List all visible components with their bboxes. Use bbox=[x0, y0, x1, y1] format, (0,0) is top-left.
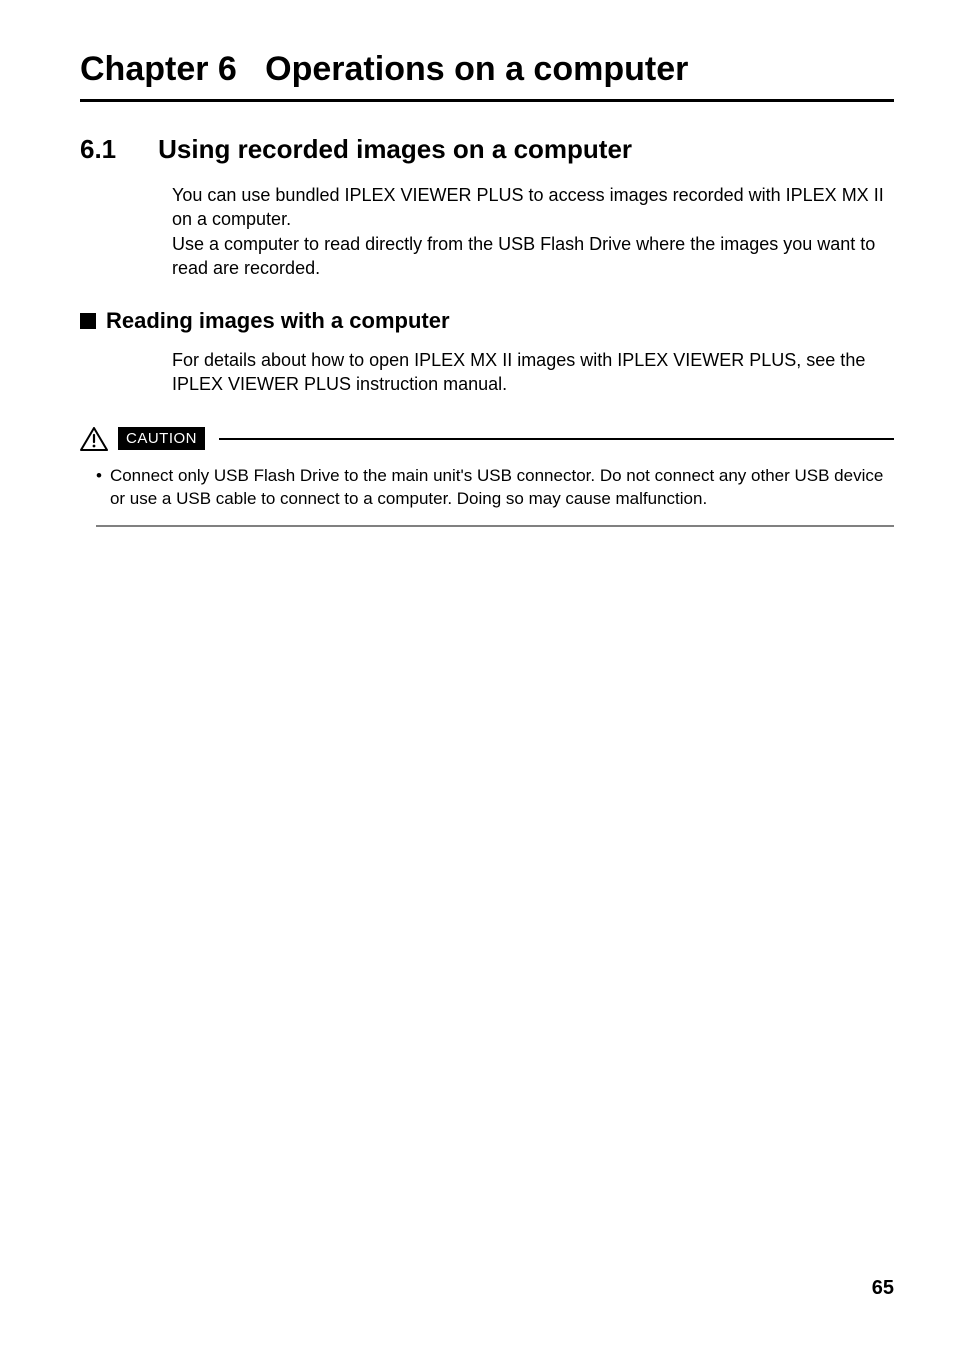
caution-label: CAUTION bbox=[118, 427, 205, 450]
chapter-title-text: Operations on a computer bbox=[265, 50, 688, 88]
caution-text: Connect only USB Flash Drive to the main… bbox=[110, 465, 894, 511]
caution-body: • Connect only USB Flash Drive to the ma… bbox=[96, 465, 894, 527]
section-body-line1: You can use bundled IPLEX VIEWER PLUS to… bbox=[172, 185, 884, 229]
section-number: 6.1 bbox=[80, 134, 116, 165]
square-bullet-icon bbox=[80, 313, 96, 329]
bullet-icon: • bbox=[96, 465, 102, 511]
chapter-title: Chapter 6 Operations on a computer bbox=[80, 50, 894, 102]
section-body-line2: Use a computer to read directly from the… bbox=[172, 234, 875, 278]
section-title: Using recorded images on a computer bbox=[158, 134, 632, 165]
caution-header: CAUTION bbox=[80, 427, 894, 451]
section-heading: 6.1 Using recorded images on a computer bbox=[80, 134, 894, 165]
subsection-heading: Reading images with a computer bbox=[80, 308, 894, 334]
page-number: 65 bbox=[872, 1277, 894, 1300]
warning-triangle-icon bbox=[80, 427, 108, 451]
chapter-label: Chapter 6 bbox=[80, 50, 237, 88]
section-body: You can use bundled IPLEX VIEWER PLUS to… bbox=[172, 183, 894, 280]
caution-divider bbox=[219, 438, 894, 440]
subsection-title: Reading images with a computer bbox=[106, 308, 450, 334]
subsection-body: For details about how to open IPLEX MX I… bbox=[172, 348, 894, 397]
caution-block: CAUTION • Connect only USB Flash Drive t… bbox=[80, 427, 894, 527]
